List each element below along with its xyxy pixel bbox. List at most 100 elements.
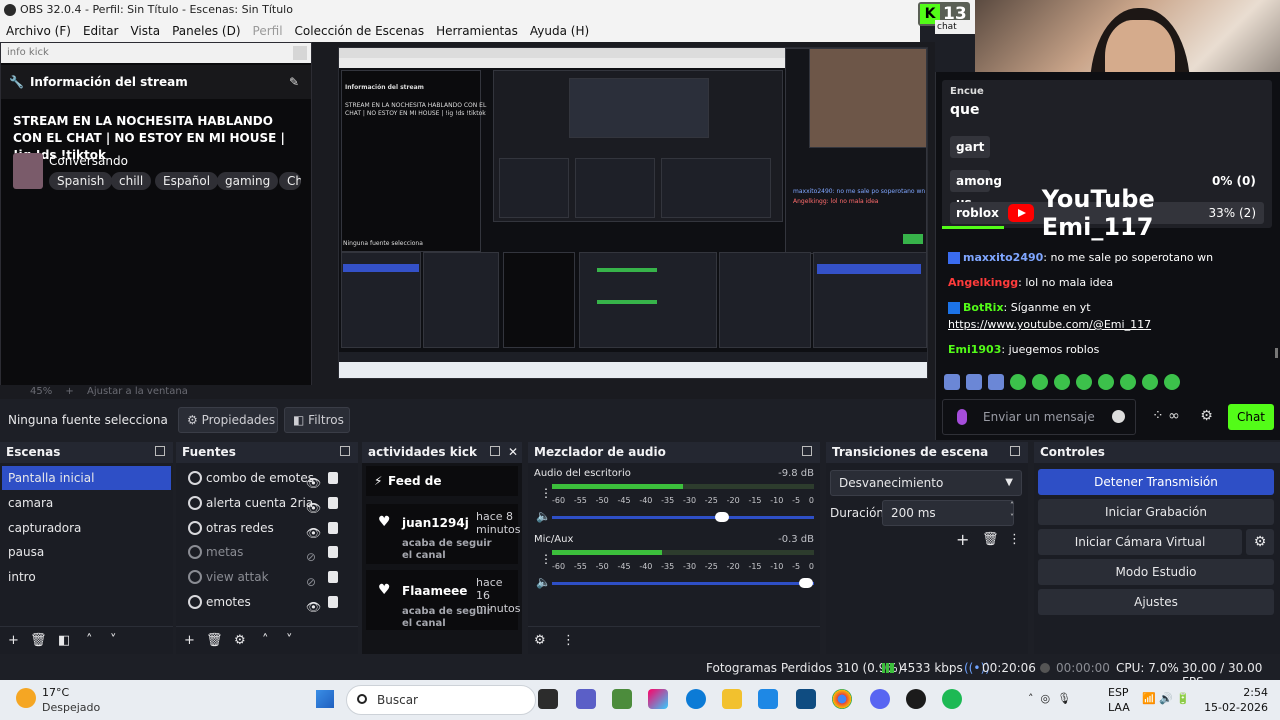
emoji-icon[interactable] bbox=[1112, 410, 1125, 423]
duration-input[interactable]: 200 ms bbox=[882, 500, 1014, 526]
add-icon[interactable]: + bbox=[956, 530, 969, 549]
scene-item[interactable]: Pantalla inicial bbox=[2, 466, 171, 490]
weather-moon-icon[interactable] bbox=[16, 688, 36, 708]
emote-icon[interactable] bbox=[966, 374, 982, 390]
mic-icon[interactable] bbox=[957, 409, 967, 425]
kebab-menu-icon[interactable]: ⋮ bbox=[1008, 532, 1021, 547]
kebab-menu-icon[interactable]: ⋮ bbox=[540, 486, 552, 500]
undock-icon[interactable] bbox=[155, 446, 165, 456]
start-recording-button[interactable]: Iniciar Grabación bbox=[1038, 499, 1274, 525]
menu-vista[interactable]: Vista bbox=[130, 24, 160, 38]
obs-taskbar-icon[interactable] bbox=[906, 689, 926, 709]
undock-icon[interactable] bbox=[802, 446, 812, 456]
filter-icon[interactable]: ◧ bbox=[58, 633, 70, 648]
lock-icon[interactable] bbox=[328, 522, 338, 534]
eye-icon[interactable]: 👁 bbox=[306, 595, 321, 614]
close-icon[interactable]: ✕ bbox=[508, 442, 518, 463]
emote-icon[interactable] bbox=[1010, 374, 1026, 390]
task-view-icon[interactable] bbox=[538, 689, 558, 709]
spotify-icon[interactable] bbox=[942, 689, 962, 709]
source-item[interactable]: combo de emotes 👁 bbox=[178, 466, 348, 490]
minecraft-icon[interactable] bbox=[612, 689, 632, 709]
file-explorer-icon[interactable] bbox=[722, 689, 742, 709]
language-indicator[interactable]: ESP bbox=[1108, 686, 1129, 699]
move-down-icon[interactable]: ˅ bbox=[110, 633, 117, 648]
chat-send-button[interactable]: Chat bbox=[1228, 404, 1274, 430]
lock-icon[interactable] bbox=[328, 472, 338, 484]
menu-ayuda[interactable]: Ayuda (H) bbox=[530, 24, 589, 38]
lock-icon[interactable] bbox=[328, 571, 338, 583]
trash-icon[interactable]: 🗑 bbox=[982, 532, 999, 547]
menu-paneles[interactable]: Paneles (D) bbox=[172, 24, 240, 38]
clock-date[interactable]: 15-02-2026 bbox=[1204, 701, 1268, 714]
virtual-camera-settings-button[interactable]: ⚙ bbox=[1246, 529, 1274, 555]
close-icon[interactable] bbox=[293, 46, 307, 60]
emote-icon[interactable] bbox=[1098, 374, 1114, 390]
add-icon[interactable]: + bbox=[8, 633, 19, 648]
menu-archivo[interactable]: Archivo (F) bbox=[6, 24, 71, 38]
menu-herramientas[interactable]: Herramientas bbox=[436, 24, 518, 38]
emote-icon[interactable] bbox=[1120, 374, 1136, 390]
taskbar-search[interactable]: Buscar bbox=[346, 685, 536, 715]
source-item[interactable]: emotes 👁 bbox=[178, 590, 348, 614]
emote-icon[interactable] bbox=[1142, 374, 1158, 390]
teams-icon[interactable] bbox=[576, 689, 596, 709]
scene-item[interactable]: camara bbox=[2, 491, 171, 515]
stop-streaming-button[interactable]: Detener Transmisión bbox=[1038, 469, 1274, 495]
poll-option[interactable]: among us bbox=[950, 170, 1002, 210]
menu-editar[interactable]: Editar bbox=[83, 24, 119, 38]
fader-knob[interactable] bbox=[715, 512, 730, 522]
trash-icon[interactable]: 🗑 bbox=[206, 633, 223, 648]
scene-item[interactable]: capturadora bbox=[2, 516, 171, 540]
scene-item[interactable]: pausa bbox=[2, 540, 171, 564]
eye-hidden-icon[interactable]: ⊘ bbox=[306, 545, 320, 564]
chat-message-input[interactable]: Enviar un mensaje bbox=[942, 399, 1136, 435]
kebab-menu-icon[interactable]: ⋮ bbox=[562, 633, 575, 648]
eye-icon[interactable]: 👁 bbox=[306, 521, 321, 540]
menu-coleccion-escenas[interactable]: Colección de Escenas bbox=[295, 24, 425, 38]
advanced-audio-icon[interactable]: ⚙ bbox=[534, 633, 546, 648]
copilot-icon[interactable] bbox=[648, 689, 668, 709]
weather-condition[interactable]: Despejado bbox=[42, 701, 100, 714]
weather-temperature[interactable]: 17°C bbox=[42, 686, 69, 699]
gear-icon[interactable]: ⚙ bbox=[234, 633, 246, 648]
studio-mode-button[interactable]: Modo Estudio bbox=[1038, 559, 1274, 585]
add-icon[interactable]: + bbox=[184, 633, 195, 648]
undock-icon[interactable] bbox=[490, 446, 500, 456]
emote-icon[interactable] bbox=[988, 374, 1004, 390]
gear-icon[interactable]: ⚙ bbox=[1200, 408, 1213, 424]
emote-icon[interactable] bbox=[944, 374, 960, 390]
speaker-icon[interactable]: 🔈 bbox=[536, 510, 551, 522]
poll-option[interactable]: gart bbox=[950, 136, 990, 158]
menu-perfil[interactable]: Perfil bbox=[253, 24, 283, 38]
emote-icon[interactable] bbox=[1054, 374, 1070, 390]
settings-button[interactable]: Ajustes bbox=[1038, 589, 1274, 615]
emote-icon[interactable] bbox=[1032, 374, 1048, 390]
chat-scrollbar[interactable] bbox=[1275, 348, 1278, 358]
volume-fader[interactable] bbox=[552, 578, 814, 588]
zoom-level[interactable]: 45% bbox=[30, 386, 52, 397]
undock-icon[interactable] bbox=[1010, 446, 1020, 456]
move-down-icon[interactable]: ˅ bbox=[286, 633, 293, 648]
chat-kick-tab[interactable]: chat kick bbox=[935, 20, 975, 34]
edit-icon[interactable]: ✎ bbox=[289, 75, 299, 89]
photos-icon[interactable] bbox=[796, 689, 816, 709]
fader-knob[interactable] bbox=[799, 578, 814, 588]
outlook-icon[interactable] bbox=[758, 689, 778, 709]
scene-item[interactable]: intro bbox=[2, 565, 171, 589]
undock-icon[interactable] bbox=[340, 446, 350, 456]
source-item[interactable]: alerta cuenta 2ria 👁 bbox=[178, 491, 348, 515]
eye-hidden-icon[interactable]: ⊘ bbox=[306, 570, 320, 589]
edge-icon[interactable] bbox=[686, 689, 706, 709]
lock-icon[interactable] bbox=[328, 497, 338, 509]
emote-icon[interactable] bbox=[1076, 374, 1092, 390]
discord-icon[interactable] bbox=[870, 689, 890, 709]
keyboard-layout[interactable]: LAA bbox=[1108, 701, 1130, 714]
start-virtual-camera-button[interactable]: Iniciar Cámara Virtual bbox=[1038, 529, 1242, 555]
lock-icon[interactable] bbox=[328, 596, 338, 608]
eye-icon[interactable]: 👁 bbox=[306, 471, 321, 490]
clock-time[interactable]: 2:54 bbox=[1243, 686, 1268, 699]
fit-window-button[interactable]: Ajustar a la ventana bbox=[87, 386, 188, 397]
emote-icon[interactable] bbox=[1164, 374, 1180, 390]
properties-button[interactable]: ⚙ Propiedades bbox=[178, 407, 278, 433]
